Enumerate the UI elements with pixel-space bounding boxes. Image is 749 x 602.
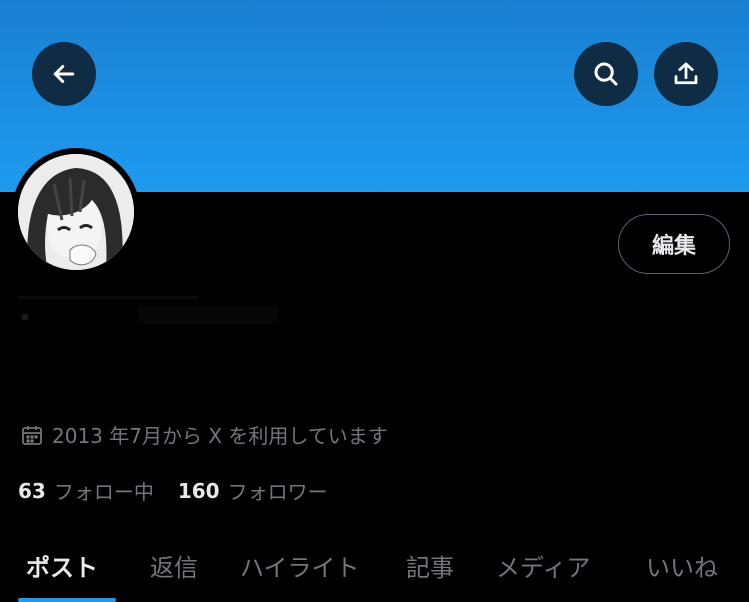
following-link[interactable]: 63 フォロー中: [18, 476, 154, 505]
profile-tabs: ポスト 返信 ハイライト 記事 メディア いいね: [0, 540, 749, 602]
joined-date: 2013 年7月から X を利用しています: [20, 420, 388, 449]
tab-likes[interactable]: いいね: [646, 548, 718, 583]
followers-link[interactable]: 160 フォロワー: [178, 476, 328, 505]
joined-text: 2013 年7月から X を利用しています: [52, 424, 388, 448]
arrow-left-icon: [53, 65, 75, 83]
following-label: フォロー中: [53, 480, 154, 504]
following-count: 63: [18, 478, 46, 503]
follow-stats: 63 フォロー中 160 フォロワー: [18, 476, 328, 505]
tab-articles[interactable]: 記事: [406, 548, 454, 583]
edit-profile-button[interactable]: 編集: [618, 214, 730, 274]
calendar-icon: [22, 425, 42, 445]
avatar[interactable]: [12, 148, 140, 276]
back-button[interactable]: [32, 42, 96, 106]
active-tab-indicator: [18, 598, 116, 602]
share-icon: [674, 62, 698, 85]
tab-posts[interactable]: ポスト: [26, 548, 98, 583]
followers-count: 160: [177, 478, 220, 503]
tab-media[interactable]: メディア: [496, 548, 590, 583]
followers-label: フォロワー: [227, 480, 328, 504]
avatar-image: [18, 154, 134, 270]
search-icon: [594, 62, 618, 86]
search-button[interactable]: [574, 42, 638, 106]
display-name-redacted: [18, 296, 278, 324]
tab-replies[interactable]: 返信: [150, 548, 198, 583]
share-button[interactable]: [654, 42, 718, 106]
tab-highlights[interactable]: ハイライト: [240, 548, 360, 583]
username-redacted: [18, 362, 28, 372]
